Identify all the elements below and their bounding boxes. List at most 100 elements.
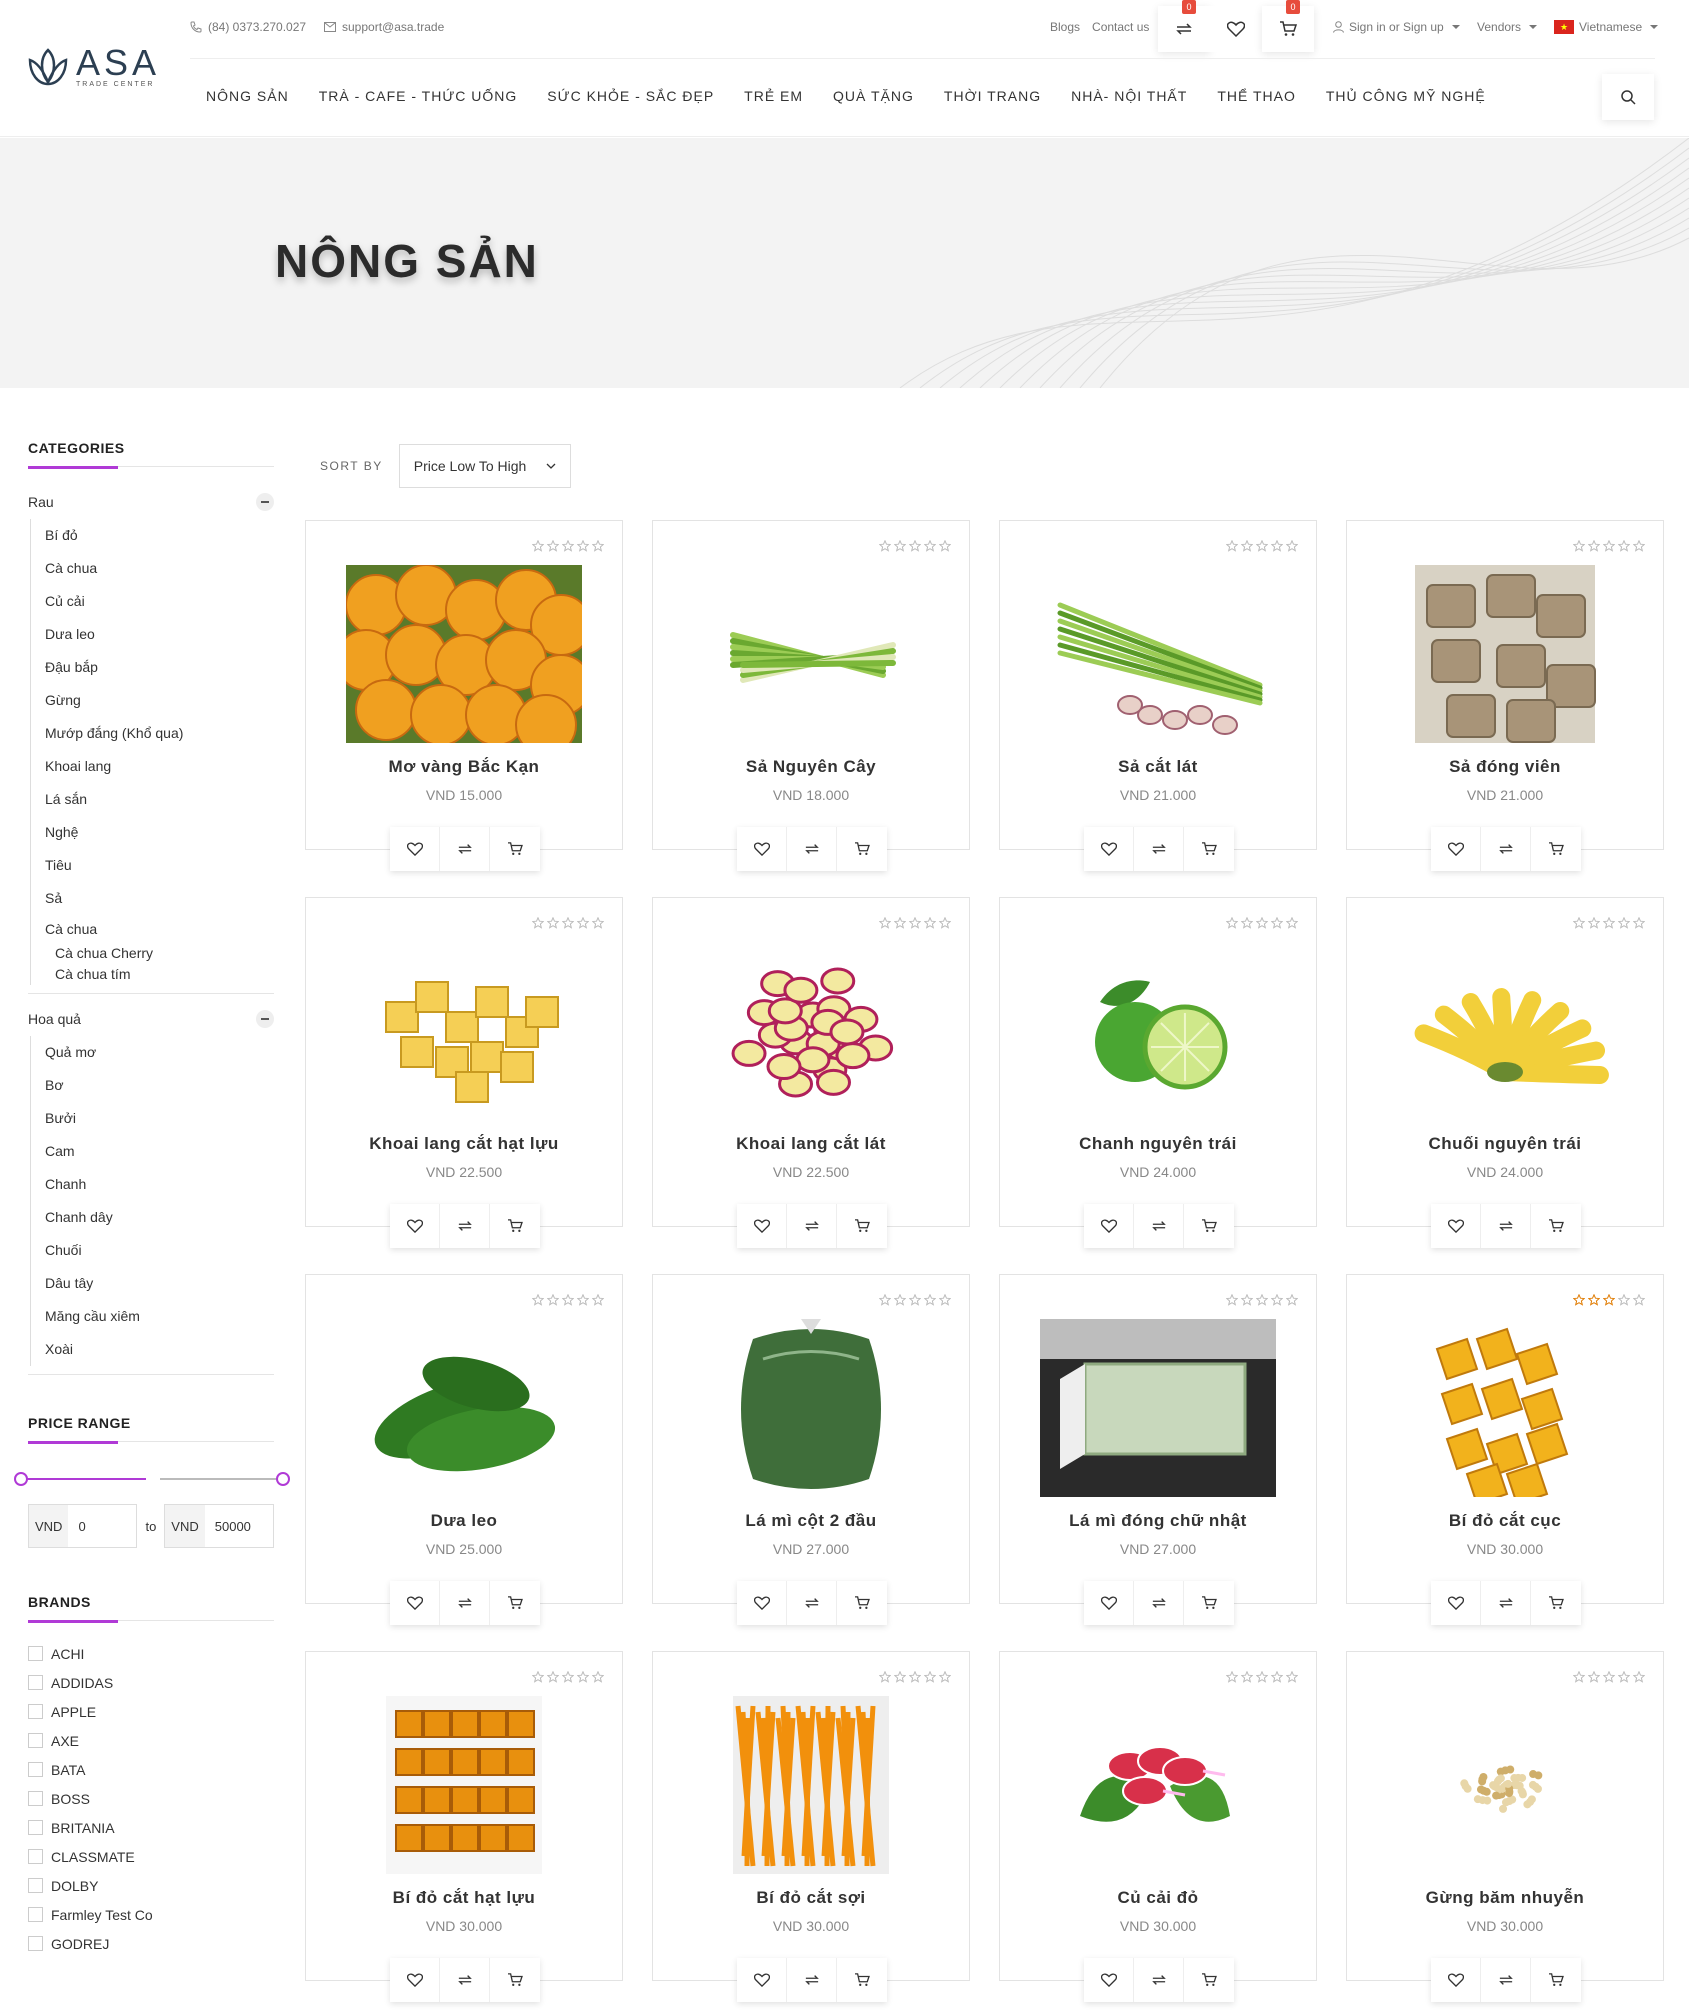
nav-the-thao[interactable]: THỂ THAO [1217,88,1296,104]
category-item[interactable]: Măng cầu xiêm [45,1300,274,1333]
add-to-wishlist-button[interactable] [737,1581,787,1625]
brand-checkbox[interactable] [28,1646,43,1661]
site-logo[interactable]: ASA TRADE CENTER [26,44,160,92]
add-to-wishlist-button[interactable] [1084,1204,1134,1248]
category-item[interactable]: Cà chua [45,915,274,943]
category-item[interactable]: Lá sắn [45,783,274,816]
product-name[interactable]: Khoai lang cắt lát [653,1134,969,1154]
vendors-menu[interactable]: Vendors [1477,20,1538,34]
product-image[interactable] [1387,1319,1623,1497]
cart-button[interactable]: 0 [1262,0,1314,52]
product-image[interactable] [346,1319,582,1497]
phone-contact[interactable]: (84) 0373.270.027 [190,20,306,34]
subcategory-item[interactable]: Cà chua Cherry [55,943,274,964]
add-to-compare-button[interactable] [787,1204,837,1248]
brand-item[interactable]: Farmley Test Co [28,1900,274,1929]
add-to-wishlist-button[interactable] [1084,827,1134,871]
category-item[interactable]: Cà chua [45,552,274,585]
nav-nong-san[interactable]: NÔNG SẢN [206,88,289,104]
add-to-compare-button[interactable] [1481,1204,1531,1248]
search-button[interactable] [1602,74,1654,120]
category-item[interactable]: Dưa leo [45,618,274,651]
product-card[interactable]: Khoai lang cắt hạt lựu VND 22.500 [305,897,623,1248]
add-to-cart-button[interactable] [1531,827,1581,871]
collapse-icon[interactable] [256,1010,274,1028]
brand-item[interactable]: CLASSMATE [28,1842,274,1871]
product-image[interactable] [1040,942,1276,1120]
slider-max-handle[interactable] [276,1472,290,1486]
product-image[interactable] [1387,1696,1623,1874]
add-to-compare-button[interactable] [1134,1204,1184,1248]
add-to-cart-button[interactable] [1184,1581,1234,1625]
add-to-wishlist-button[interactable] [1431,1958,1481,2002]
product-image[interactable] [693,942,929,1120]
contact-link[interactable]: Contact us [1092,20,1149,34]
product-card[interactable]: Sả cắt lát VND 21.000 [999,520,1317,871]
product-card[interactable]: Khoai lang cắt lát VND 22.500 [652,897,970,1248]
slider-min-handle[interactable] [14,1472,28,1486]
add-to-wishlist-button[interactable] [390,827,440,871]
add-to-wishlist-button[interactable] [390,1581,440,1625]
add-to-cart-button[interactable] [490,827,540,871]
product-card[interactable]: Dưa leo VND 25.000 [305,1274,623,1625]
product-image[interactable] [693,1696,929,1874]
category-item[interactable]: Đậu bắp [45,651,274,684]
product-card[interactable]: Sả Nguyên Cây VND 18.000 [652,520,970,871]
add-to-compare-button[interactable] [787,1581,837,1625]
language-menu[interactable]: ★ Vietnamese [1554,20,1659,34]
product-image[interactable] [1040,565,1276,743]
nav-thu-cong[interactable]: THỦ CÔNG MỸ NGHỆ [1326,88,1486,104]
product-name[interactable]: Dưa leo [306,1511,622,1531]
add-to-wishlist-button[interactable] [737,1958,787,2002]
product-name[interactable]: Gừng băm nhuyễn [1347,1888,1663,1908]
product-card[interactable]: Gừng băm nhuyễn VND 30.000 [1346,1651,1664,2002]
brand-checkbox[interactable] [28,1791,43,1806]
add-to-compare-button[interactable] [787,827,837,871]
add-to-compare-button[interactable] [1481,827,1531,871]
category-item[interactable]: Củ cải [45,585,274,618]
category-item[interactable]: Chuối [45,1234,274,1267]
brand-checkbox[interactable] [28,1675,43,1690]
category-item[interactable]: Khoai lang [45,750,274,783]
product-image[interactable] [346,565,582,743]
add-to-wishlist-button[interactable] [390,1958,440,2002]
price-min-field[interactable]: VND 0 [28,1504,138,1548]
brand-item[interactable]: BATA [28,1755,274,1784]
add-to-cart-button[interactable] [837,1581,887,1625]
product-name[interactable]: Bí đỏ cắt sợi [653,1888,969,1908]
product-image[interactable] [346,1696,582,1874]
product-name[interactable]: Lá mì đóng chữ nhật [1000,1511,1316,1531]
product-image[interactable] [1387,942,1623,1120]
product-image[interactable] [1387,565,1623,743]
product-image[interactable] [693,1319,929,1497]
product-card[interactable]: Chuối nguyên trái VND 24.000 [1346,897,1664,1248]
category-group-rau[interactable]: Rau [28,485,274,519]
brand-item[interactable]: ACHI [28,1639,274,1668]
brand-checkbox[interactable] [28,1936,43,1951]
add-to-cart-button[interactable] [490,1204,540,1248]
brand-item[interactable]: BRITANIA [28,1813,274,1842]
add-to-compare-button[interactable] [440,827,490,871]
add-to-wishlist-button[interactable] [1431,827,1481,871]
add-to-cart-button[interactable] [837,1204,887,1248]
category-item[interactable]: Bơ [45,1069,274,1102]
product-image[interactable] [693,565,929,743]
add-to-cart-button[interactable] [1531,1958,1581,2002]
brand-checkbox[interactable] [28,1849,43,1864]
price-range-slider[interactable] [14,1460,290,1504]
category-item[interactable]: Chanh [45,1168,274,1201]
brand-checkbox[interactable] [28,1762,43,1777]
product-card[interactable]: Sả đóng viên VND 21.000 [1346,520,1664,871]
add-to-cart-button[interactable] [1531,1204,1581,1248]
category-item[interactable]: Chanh dây [45,1201,274,1234]
brand-checkbox[interactable] [28,1878,43,1893]
product-image[interactable] [1040,1696,1276,1874]
product-name[interactable]: Chuối nguyên trái [1347,1134,1663,1154]
brand-item[interactable]: GODREJ [28,1929,274,1958]
product-name[interactable]: Bí đỏ cắt cục [1347,1511,1663,1531]
category-item[interactable]: Sả [45,882,274,915]
product-name[interactable]: Lá mì cột 2 đầu [653,1511,969,1531]
category-item[interactable]: Quả mơ [45,1036,274,1069]
product-card[interactable]: Bí đỏ cắt hạt lựu VND 30.000 [305,1651,623,2002]
subcategory-item[interactable]: Cà chua tím [55,964,274,985]
